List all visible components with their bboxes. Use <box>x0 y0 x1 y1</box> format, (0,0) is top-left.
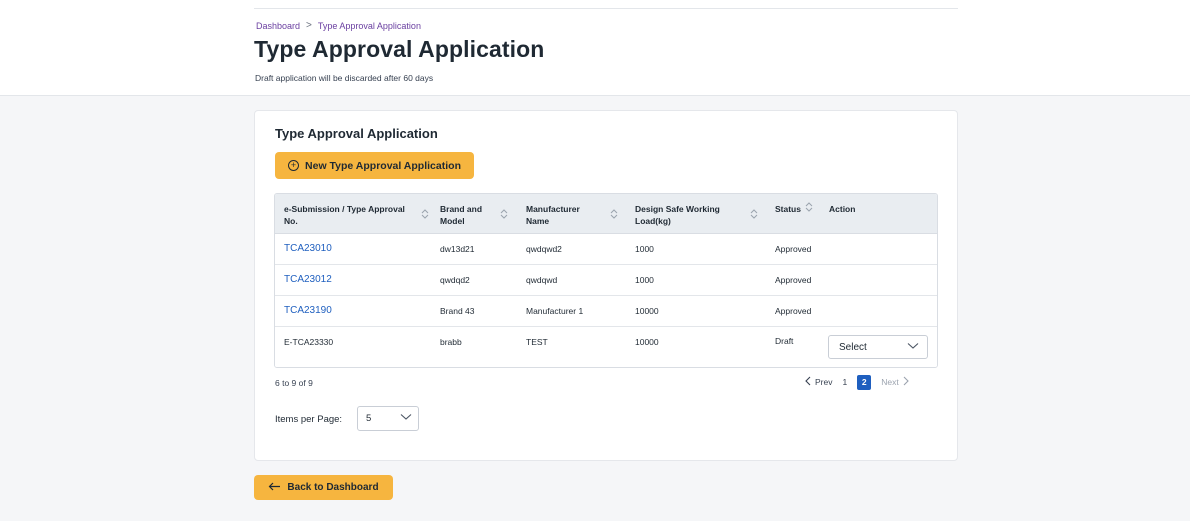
chevron-left-icon <box>805 376 811 388</box>
back-to-dashboard-label: Back to Dashboard <box>287 482 379 493</box>
table-row: TCA23010 dw13d21 qwdqwd2 1000 Approved <box>275 234 937 265</box>
load-cell: 10000 <box>635 337 659 347</box>
status-cell: Approved <box>775 275 812 285</box>
breadcrumb-dashboard-link[interactable]: Dashboard <box>256 21 300 31</box>
sort-status-icon[interactable] <box>805 200 813 214</box>
brand-cell: dw13d21 <box>440 244 475 254</box>
sort-manufacturer-icon[interactable] <box>610 207 618 221</box>
page-subtitle: Draft application will be discarded afte… <box>255 73 434 83</box>
header-divider <box>254 8 958 9</box>
col-header-load: Design Safe Working Load(kg) <box>635 204 720 226</box>
page-2-button[interactable]: 2 <box>857 374 872 390</box>
back-to-dashboard-button[interactable]: Back to Dashboard <box>254 475 393 500</box>
manufacturer-cell: Manufacturer 1 <box>526 306 584 316</box>
brand-cell: Brand 43 <box>440 306 475 316</box>
submission-link[interactable]: TCA23010 <box>284 243 332 254</box>
load-cell: 1000 <box>635 244 654 254</box>
plus-circle-icon: + <box>288 160 300 171</box>
sort-load-icon[interactable] <box>750 207 758 221</box>
col-header-manufacturer: Manufacturer Name <box>526 204 580 226</box>
col-header-submission: e-Submission / Type Approval No. <box>284 204 405 226</box>
chevron-right-icon <box>903 376 909 388</box>
new-application-label: New Type Approval Application <box>305 159 461 172</box>
applications-card: Type Approval Application + New Type App… <box>254 110 958 461</box>
page-title: Type Approval Application <box>254 36 545 62</box>
table-row: E-TCA23330 brabb TEST 10000 Draft Select <box>275 327 937 367</box>
breadcrumb-current: Type Approval Application <box>317 20 421 31</box>
status-cell: Approved <box>775 244 812 254</box>
arrow-left-icon <box>268 482 281 494</box>
table-row: TCA23012 qwdqd2 qwdqwd 1000 Approved <box>275 265 937 296</box>
chevron-down-icon <box>907 342 919 353</box>
prev-label: Prev <box>815 377 833 387</box>
status-cell: Approved <box>775 306 812 316</box>
action-select-value: Select <box>839 341 867 353</box>
submission-link[interactable]: TCA23190 <box>284 305 332 316</box>
pagination: Prev 1 2 Next <box>805 374 909 390</box>
chevron-down-icon <box>400 413 412 424</box>
manufacturer-cell: qwdqwd <box>526 275 558 285</box>
action-select[interactable]: Select <box>828 335 928 359</box>
load-cell: 10000 <box>635 306 659 316</box>
breadcrumb-separator: > <box>306 20 312 31</box>
next-label: Next <box>881 377 899 387</box>
sort-submission-icon[interactable] <box>421 207 429 221</box>
load-cell: 1000 <box>635 275 654 285</box>
manufacturer-cell: qwdqwd2 <box>526 244 562 254</box>
applications-table: e-Submission / Type Approval No. Brand a… <box>274 193 938 368</box>
next-page-button[interactable]: Next <box>881 376 909 388</box>
card-title: Type Approval Application <box>275 126 438 141</box>
items-per-page-value: 5 <box>366 413 372 424</box>
prev-page-button[interactable]: Prev <box>805 376 832 388</box>
col-header-status: Status <box>775 204 801 214</box>
submission-no-cell: E-TCA23330 <box>284 337 334 347</box>
sort-brand-icon[interactable] <box>500 207 508 221</box>
brand-cell: qwdqd2 <box>440 275 470 285</box>
manufacturer-cell: TEST <box>526 337 548 347</box>
table-header: e-Submission / Type Approval No. Brand a… <box>275 194 937 234</box>
col-header-brand: Brand and Model <box>440 204 483 226</box>
pagination-range: 6 to 9 of 9 <box>275 378 313 388</box>
breadcrumb: Dashboard > Type Approval Application <box>256 20 421 31</box>
new-application-button[interactable]: + New Type Approval Application <box>275 152 474 179</box>
col-header-action: Action <box>829 204 856 214</box>
items-per-page-select[interactable]: 5 <box>357 406 419 431</box>
status-cell: Draft <box>775 336 794 346</box>
page-1-button[interactable]: 1 <box>842 377 847 387</box>
items-per-page-label: Items per Page: <box>275 414 343 425</box>
table-row: TCA23190 Brand 43 Manufacturer 1 10000 A… <box>275 296 937 327</box>
brand-cell: brabb <box>440 337 462 347</box>
page-header: Dashboard > Type Approval Application Ty… <box>0 0 1190 96</box>
submission-link[interactable]: TCA23012 <box>284 274 332 285</box>
